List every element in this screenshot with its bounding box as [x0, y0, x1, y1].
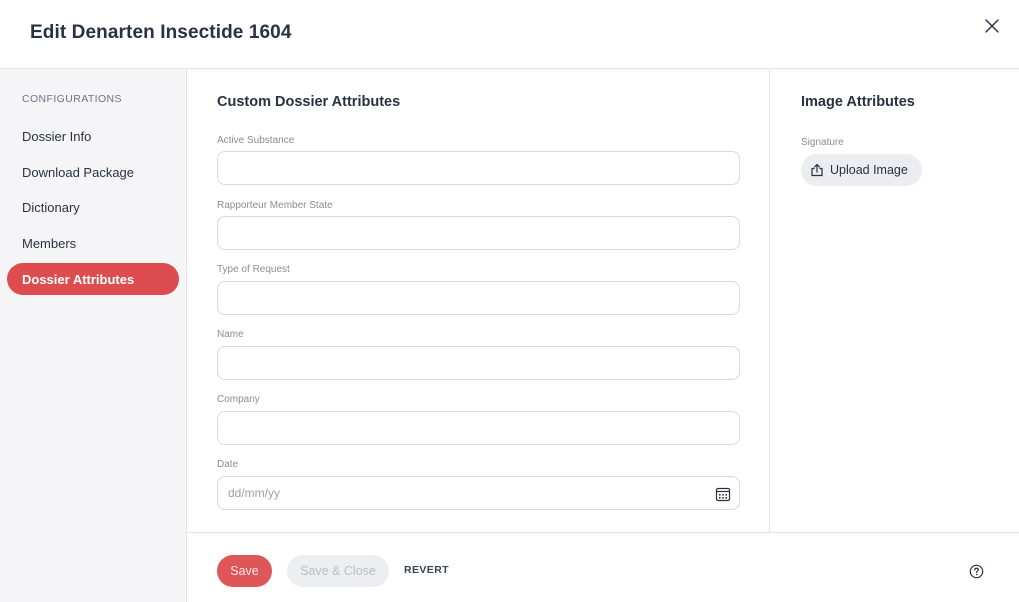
sidebar-item-label: Dossier Attributes	[22, 271, 135, 287]
name-label: Name	[217, 329, 244, 340]
section-title: Custom Dossier Attributes	[217, 94, 401, 110]
upload-image-label: Upload Image	[830, 163, 908, 177]
sidebar-item-members[interactable]: Members	[7, 227, 179, 259]
sidebar-item-label: Members	[22, 235, 77, 251]
sidebar-item-dossier-attributes[interactable]: Dossier Attributes	[7, 263, 179, 295]
active-substance-input[interactable]	[217, 151, 740, 185]
close-button[interactable]	[979, 13, 1005, 39]
image-attributes-title: Image Attributes	[801, 94, 915, 110]
signature-label: Signature	[801, 137, 844, 148]
company-input[interactable]	[217, 411, 740, 445]
sidebar-item-dictionary[interactable]: Dictionary	[7, 191, 179, 223]
date-input[interactable]	[217, 476, 740, 510]
type-of-request-input[interactable]	[217, 281, 740, 315]
dialog-header: Edit Denarten Insectide 1604	[0, 0, 1019, 69]
sidebar-item-download-package[interactable]: Download Package	[7, 156, 179, 188]
custom-attributes-panel: Custom Dossier Attributes Active Substan…	[187, 69, 770, 532]
active-substance-label: Active Substance	[217, 135, 295, 146]
upload-icon	[811, 163, 823, 177]
sidebar-item-label: Dictionary	[22, 199, 80, 215]
rapporteur-member-state-label: Rapporteur Member State	[217, 200, 333, 211]
type-of-request-label: Type of Request	[217, 264, 290, 275]
close-icon	[985, 19, 999, 33]
company-label: Company	[217, 394, 260, 405]
sidebar-heading: CONFIGURATIONS	[22, 93, 122, 105]
revert-button[interactable]: REVERT	[404, 564, 449, 576]
dialog-title: Edit Denarten Insectide 1604	[30, 22, 292, 43]
save-and-close-button[interactable]: Save & Close	[287, 555, 389, 587]
sidebar: CONFIGURATIONS Dossier Info Download Pac…	[0, 69, 187, 602]
save-button[interactable]: Save	[217, 555, 272, 587]
sidebar-item-label: Download Package	[22, 164, 135, 180]
name-input[interactable]	[217, 346, 740, 380]
date-label: Date	[217, 459, 239, 470]
calendar-icon[interactable]	[715, 486, 731, 502]
dialog-footer: Save Save & Close REVERT	[187, 532, 1019, 602]
sidebar-item-dossier-info[interactable]: Dossier Info	[7, 120, 179, 152]
help-icon[interactable]	[969, 564, 984, 579]
upload-image-button[interactable]: Upload Image	[801, 154, 922, 186]
rapporteur-member-state-input[interactable]	[217, 216, 740, 250]
image-attributes-panel: Image Attributes Signature Upload Image	[771, 69, 1019, 532]
sidebar-item-label: Dossier Info	[22, 128, 92, 144]
